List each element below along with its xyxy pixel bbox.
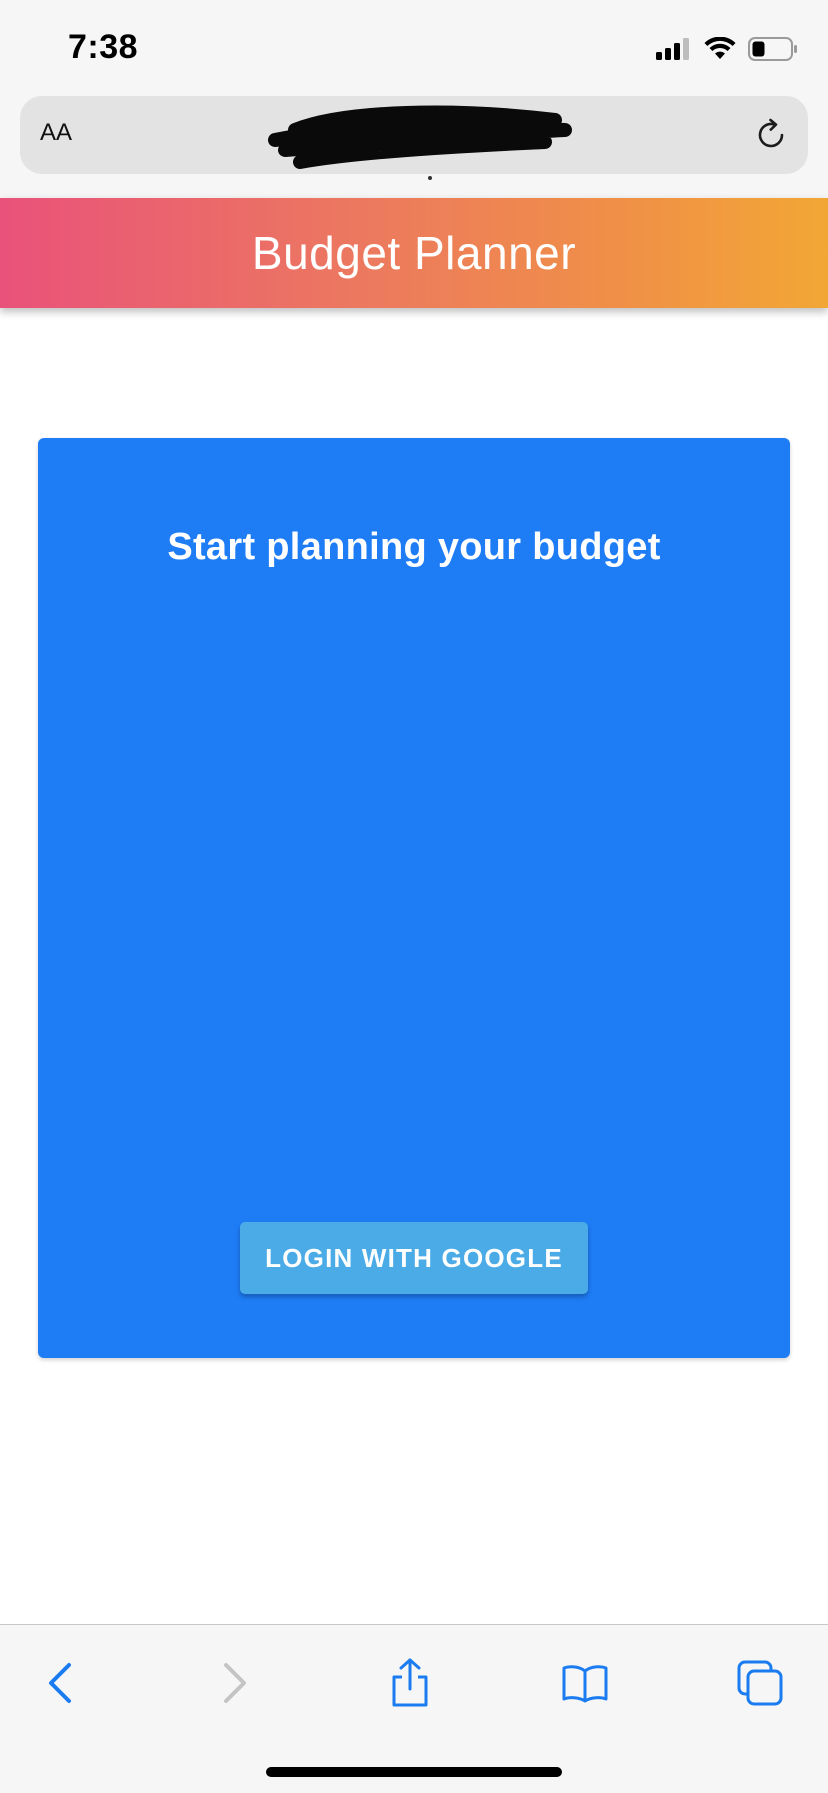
login-with-google-button[interactable]: LOGIN WITH GOOGLE xyxy=(240,1222,588,1294)
browser-bottom-toolbar xyxy=(0,1624,828,1793)
bookmarks-button[interactable] xyxy=(555,1653,615,1713)
forward-icon xyxy=(224,1663,246,1703)
status-icons xyxy=(656,34,798,64)
bookmarks-icon xyxy=(562,1665,608,1703)
address-bar[interactable]: AA xyxy=(20,96,808,174)
main-card: Start planning your budget LOGIN WITH GO… xyxy=(38,438,790,1358)
cellular-signal-icon xyxy=(656,38,689,60)
tabs-icon xyxy=(737,1660,783,1706)
tabs-button[interactable] xyxy=(730,1653,790,1713)
text-size-label: AA xyxy=(40,119,73,146)
home-indicator[interactable] xyxy=(266,1767,562,1777)
battery-icon xyxy=(748,37,797,61)
text-size-button[interactable]: AA xyxy=(40,114,72,148)
url-text[interactable] xyxy=(280,116,590,156)
app-header: Budget Planner xyxy=(0,198,828,308)
status-bar: 7:38 xyxy=(0,0,828,88)
card-heading: Start planning your budget xyxy=(167,525,661,568)
back-icon xyxy=(49,1663,71,1703)
back-button[interactable] xyxy=(30,1653,90,1713)
wifi-icon xyxy=(704,37,736,59)
forward-button[interactable] xyxy=(205,1653,265,1713)
share-button[interactable] xyxy=(380,1653,440,1713)
browser-chrome: AA xyxy=(0,88,828,198)
app-title: Budget Planner xyxy=(251,227,577,279)
share-icon xyxy=(392,1658,428,1707)
page-indicator-dot xyxy=(428,176,432,180)
status-time: 7:38 xyxy=(68,28,139,66)
reload-icon[interactable] xyxy=(752,116,790,154)
